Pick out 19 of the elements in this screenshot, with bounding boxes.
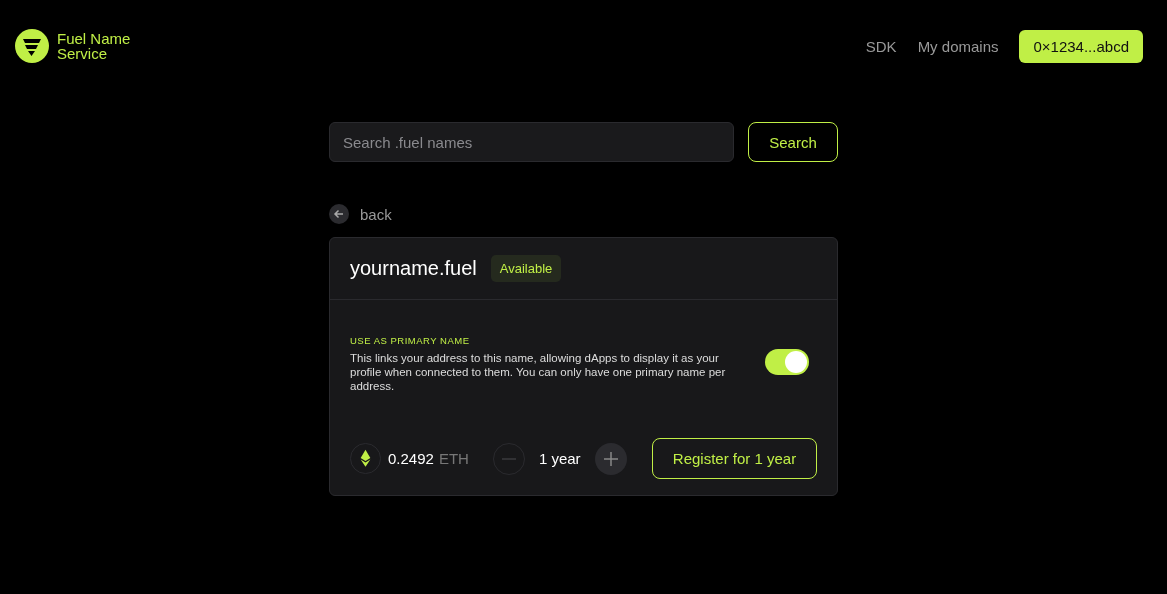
- wallet-button[interactable]: 0×1234...abcd: [1019, 29, 1143, 63]
- back-link[interactable]: back: [360, 205, 392, 223]
- brand-name[interactable]: Fuel Name Service: [57, 31, 139, 61]
- ethereum-icon: [350, 443, 381, 474]
- primary-name-toggle[interactable]: [765, 348, 809, 375]
- search-button[interactable]: Search: [748, 122, 838, 162]
- search-field[interactable]: Search .fuel names: [329, 122, 734, 162]
- domain-name: yourname.fuel: [350, 257, 477, 280]
- primary-name-description: This links your address to this name, allowing dApps to display it as your profile when connected to them. You can only have one primary name per address.: [350, 351, 727, 393]
- primary-name-heading: USE AS PRIMARY NAME: [350, 335, 470, 346]
- nav-link[interactable]: My domains: [917, 37, 999, 55]
- status-badge: Available: [490, 255, 562, 282]
- increment-button[interactable]: [594, 442, 627, 475]
- logo-icon: [15, 29, 49, 63]
- nav-link[interactable]: SDK: [865, 37, 897, 55]
- register-button[interactable]: Register for 1 year: [652, 438, 817, 479]
- price-amount: 0.2492: [388, 450, 434, 467]
- period-value: 1 year: [538, 450, 581, 467]
- price-unit: ETH: [438, 450, 469, 467]
